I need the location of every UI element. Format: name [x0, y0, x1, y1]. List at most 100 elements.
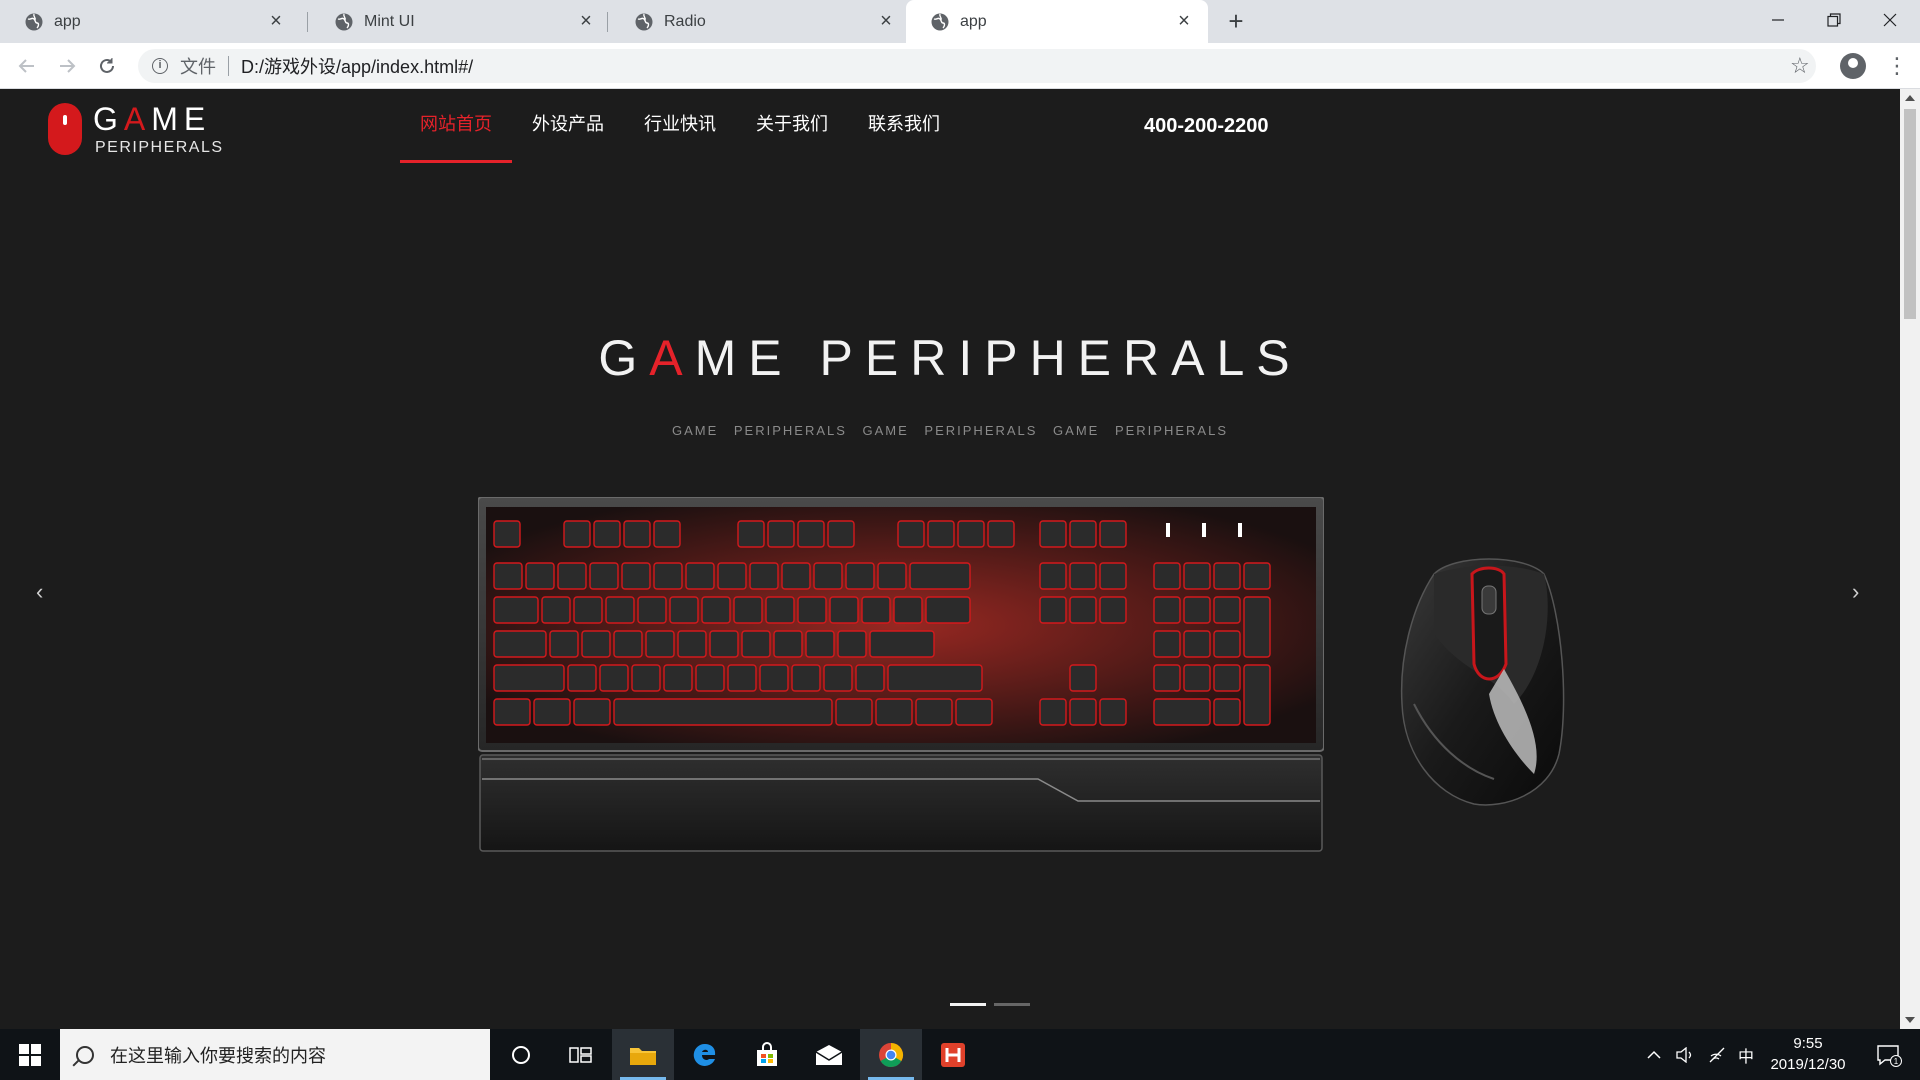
keycap — [877, 562, 907, 590]
menu-dots-icon[interactable]: ⋮ — [1886, 51, 1908, 81]
minimize-button[interactable] — [1750, 0, 1806, 40]
keycap — [987, 520, 1015, 548]
keycap — [493, 562, 523, 590]
mail-button[interactable] — [798, 1029, 860, 1080]
keycap — [605, 596, 635, 624]
browser-tab-active[interactable]: app × — [906, 0, 1208, 43]
keycap — [765, 596, 795, 624]
keycap — [549, 630, 579, 658]
keycap — [727, 664, 757, 692]
taskbar-search-box[interactable]: 在这里输入你要搜索的内容 — [60, 1029, 490, 1080]
keycap — [533, 698, 571, 726]
keycap — [573, 596, 603, 624]
keycap — [637, 596, 667, 624]
keycap — [791, 664, 821, 692]
profile-avatar-icon[interactable] — [1840, 53, 1866, 79]
keycap — [897, 520, 925, 548]
arrow-right-icon — [60, 59, 76, 73]
system-tray: 中 — [1646, 1029, 1754, 1080]
carousel-dot[interactable] — [950, 1003, 986, 1006]
site-logo[interactable]: GAME PERIPHERALS — [48, 101, 222, 161]
hbuilder-icon — [941, 1042, 965, 1067]
close-icon — [1883, 13, 1897, 27]
keycap — [733, 596, 763, 624]
url-text[interactable]: D:/游戏外设/app/index.html#/ — [241, 53, 473, 79]
keycap — [927, 520, 955, 548]
hbuilder-button[interactable] — [922, 1029, 984, 1080]
mouse-logo-icon — [48, 103, 82, 155]
nav-item-products[interactable]: 外设产品 — [512, 89, 624, 163]
close-icon[interactable]: × — [576, 11, 596, 31]
arrow-left-icon — [18, 59, 34, 73]
keycap — [623, 520, 651, 548]
browser-toolbar: i 文件 D:/游戏外设/app/index.html#/ ☆ ⋮ — [0, 43, 1920, 89]
back-button[interactable] — [12, 51, 42, 81]
bookmark-star-icon[interactable]: ☆ — [1790, 53, 1810, 79]
keycap — [797, 520, 825, 548]
scrollbar-thumb[interactable] — [1904, 109, 1916, 319]
keycap — [669, 596, 699, 624]
reload-button[interactable] — [92, 51, 122, 81]
keycap — [1069, 664, 1097, 692]
carousel-indicators — [950, 1003, 1030, 1006]
browser-tab[interactable]: app × — [0, 0, 300, 43]
carousel-prev-button[interactable]: ‹ — [36, 579, 43, 605]
keycap — [1183, 562, 1211, 590]
nav-item-about[interactable]: 关于我们 — [736, 89, 848, 163]
store-button[interactable] — [736, 1029, 798, 1080]
keycap — [493, 596, 539, 624]
task-view-button[interactable] — [550, 1029, 612, 1080]
hero-subtitle: GAME PERIPHERALS GAME PERIPHERALS GAME P… — [671, 423, 1228, 438]
keycap — [759, 664, 789, 692]
forward-button[interactable] — [52, 51, 82, 81]
scroll-up-icon[interactable] — [1905, 95, 1915, 101]
keycap — [925, 596, 971, 624]
keycap — [813, 562, 843, 590]
keycap — [663, 664, 693, 692]
keycap — [567, 664, 597, 692]
close-icon[interactable]: × — [266, 11, 286, 31]
scroll-down-icon[interactable] — [1905, 1017, 1915, 1023]
carousel-dot[interactable] — [994, 1003, 1030, 1006]
keycap — [1153, 630, 1181, 658]
cortana-button[interactable] — [490, 1029, 552, 1080]
chevron-up-icon[interactable] — [1646, 1049, 1662, 1061]
keycap — [823, 664, 853, 692]
network-icon[interactable] — [1708, 1047, 1726, 1063]
keycap — [613, 698, 833, 726]
chrome-button[interactable] — [860, 1029, 922, 1080]
keycap — [773, 630, 803, 658]
speaker-icon[interactable] — [1676, 1046, 1694, 1063]
nav-item-contact[interactable]: 联系我们 — [848, 89, 960, 163]
scheme-label: 文件 — [180, 57, 216, 77]
new-tab-button[interactable]: + — [1222, 8, 1250, 36]
address-bar[interactable]: i 文件 D:/游戏外设/app/index.html#/ — [138, 49, 1816, 83]
close-icon[interactable]: × — [1174, 11, 1194, 31]
close-icon[interactable]: × — [876, 11, 896, 31]
folder-icon — [630, 1047, 656, 1065]
keycap — [1153, 596, 1181, 624]
action-center-button[interactable]: 1 — [1858, 1029, 1920, 1080]
nav-item-news[interactable]: 行业快讯 — [624, 89, 736, 163]
keycap — [869, 630, 935, 658]
start-button[interactable] — [0, 1029, 60, 1080]
keycap — [835, 698, 873, 726]
input-method-indicator[interactable]: 中 — [1738, 1043, 1754, 1067]
minimize-icon — [1772, 19, 1784, 21]
browser-tab-strip: app × Mint UI × Radio × app × + — [0, 0, 1920, 43]
info-icon[interactable]: i — [152, 58, 168, 74]
browser-tab[interactable]: Mint UI × — [310, 0, 610, 43]
close-window-button[interactable] — [1862, 0, 1918, 40]
edge-browser-button[interactable] — [674, 1029, 736, 1080]
keycap — [737, 520, 765, 548]
nav-item-home[interactable]: 网站首页 — [400, 89, 512, 163]
file-explorer-button[interactable] — [612, 1029, 674, 1080]
browser-tab[interactable]: Radio × — [610, 0, 910, 43]
restore-button[interactable] — [1806, 0, 1862, 40]
page-scrollbar[interactable] — [1900, 89, 1920, 1029]
keycap — [1039, 698, 1067, 726]
taskbar-clock[interactable]: 9:55 2019/12/30 — [1758, 1033, 1858, 1075]
carousel-next-button[interactable]: › — [1852, 579, 1859, 605]
keycap — [653, 520, 681, 548]
keycap — [1069, 520, 1097, 548]
